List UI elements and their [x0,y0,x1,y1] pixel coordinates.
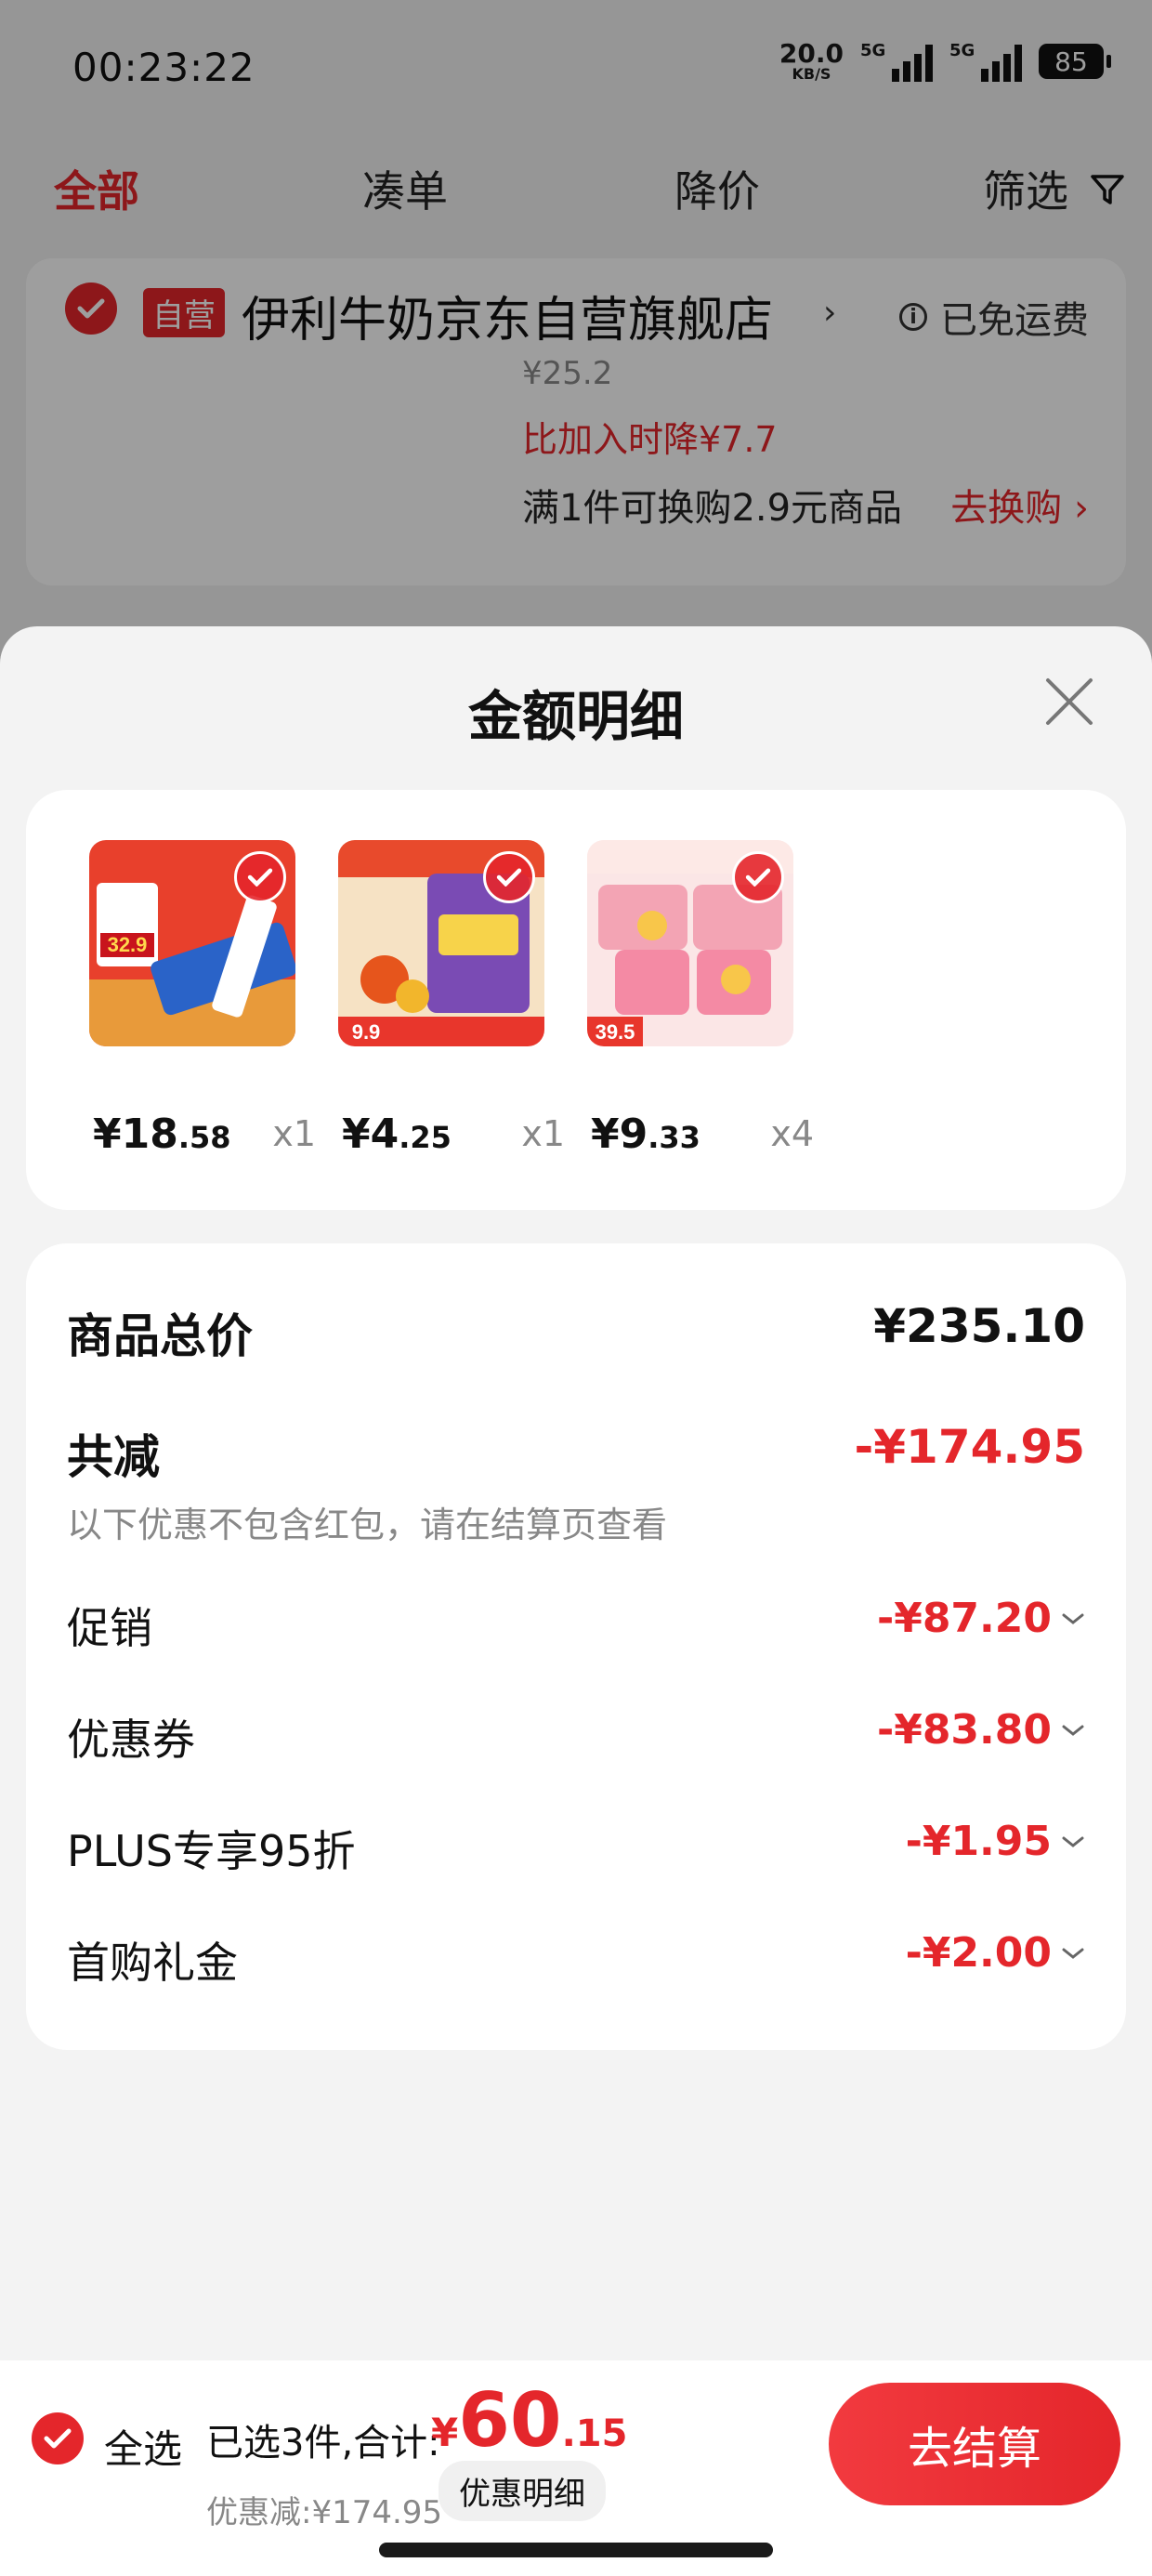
total-label: 商品总价 [67,1309,253,1363]
home-indicator[interactable] [379,2543,773,2557]
check-icon [234,851,286,903]
product-price-row: ¥4.25 x1 [342,1102,565,1158]
product-thumb-caption: 9.9 [352,1020,381,1044]
product-item[interactable]: 9.9 ¥4.25 x1 [338,840,565,1158]
total-decimal: .15 [561,2412,628,2455]
price-decimal: .25 [399,1120,452,1155]
discount-note: 以下优惠不包含红包，请在结算页查看 [67,1505,668,1545]
detail-row-plus[interactable]: PLUS专享95折 -¥1.95 [67,1818,1085,1876]
check-icon [732,851,784,903]
product-price: ¥18.58 [93,1111,231,1158]
chevron-down-icon [1062,1725,1084,1736]
detail-row-promotion[interactable]: 促销 -¥87.20 [67,1595,1085,1653]
product-price: ¥9.33 [591,1111,700,1158]
reduce-row: 共减 -¥174.95 [67,1420,1086,1484]
detail-value: -¥1.95 [906,1818,1085,1865]
total-integer: 60 [458,2377,562,2464]
amount-summary: 商品总价 ¥235.10 共减 -¥174.95 以下优惠不包含红包，请在结算页… [26,1243,1126,2050]
discount-summary: 优惠减:¥174.95 [206,2494,443,2531]
reduce-value: -¥174.95 [854,1420,1086,1474]
price-decimal: .33 [648,1120,700,1155]
detail-amount: -¥2.00 [905,1929,1052,1977]
check-icon [483,851,535,903]
total-row: 商品总价 ¥235.10 [67,1299,1085,1363]
detail-label: 优惠券 [67,1715,195,1765]
product-thumbnail: 9.9 [338,840,544,1046]
product-thumb-caption: 39.5 [596,1020,635,1044]
total-currency: ¥ [431,2410,459,2455]
chevron-down-icon [1062,1836,1084,1847]
detail-row-first-purchase[interactable]: 首购礼金 -¥2.00 [67,1929,1085,1988]
product-thumbnail: 32.9 [89,840,295,1046]
product-quantity: x1 [272,1113,316,1154]
product-thumb-caption: 32.9 [108,933,148,956]
selected-count: 已选3件,合计: [206,2422,440,2464]
reduce-label: 共减 [67,1430,160,1484]
total-amount: ¥60.15 [431,2377,627,2464]
price-integer: 4 [370,1111,399,1158]
detail-amount: -¥87.20 [876,1595,1052,1642]
checkout-button[interactable]: 去结算 [829,2383,1120,2505]
detail-amount: -¥1.95 [905,1818,1052,1865]
product-item[interactable]: 32.9 ¥18.58 x1 [89,840,316,1158]
product-quantity: x4 [770,1113,814,1154]
price-decimal: .58 [177,1120,231,1155]
detail-label: 促销 [67,1603,152,1653]
select-all-check-icon[interactable] [32,2412,84,2464]
product-item[interactable]: 39.5 ¥9.33 x4 [587,840,814,1158]
amount-detail-sheet: 金额明细 32.9 ¥18.58 x1 9.9 ¥4.25 x1 39.5 ¥9… [0,626,1152,2576]
close-icon[interactable] [1041,673,1098,730]
select-all-label[interactable]: 全选 [104,2418,182,2475]
price-currency: ¥ [591,1111,620,1158]
detail-row-coupon[interactable]: 优惠券 -¥83.80 [67,1706,1085,1765]
product-price-row: ¥18.58 x1 [93,1102,316,1158]
chevron-down-icon [1062,1948,1084,1959]
total-value: ¥235.10 [873,1299,1085,1353]
product-price-row: ¥9.33 x4 [591,1102,814,1158]
note-row: 以下优惠不包含红包，请在结算页查看 [67,1496,1085,1545]
product-quantity: x1 [521,1113,565,1154]
detail-value: -¥2.00 [906,1929,1085,1977]
detail-label: PLUS专享95折 [67,1826,356,1876]
selected-products: 32.9 ¥18.58 x1 9.9 ¥4.25 x1 39.5 ¥9.33 x… [26,790,1126,1210]
price-integer: 18 [121,1111,178,1158]
detail-value: -¥83.80 [877,1706,1085,1754]
chevron-down-icon [1062,1613,1084,1624]
product-price: ¥4.25 [342,1111,452,1158]
price-integer: 9 [619,1111,648,1158]
discount-detail-button[interactable]: 优惠明细 [439,2461,606,2521]
detail-label: 首购礼金 [67,1938,238,1988]
product-thumbnail: 39.5 [587,840,793,1046]
detail-value: -¥87.20 [877,1595,1085,1642]
sheet-title: 金额明细 [467,685,684,748]
price-currency: ¥ [342,1111,371,1158]
detail-amount: -¥83.80 [876,1706,1052,1754]
price-currency: ¥ [93,1111,122,1158]
